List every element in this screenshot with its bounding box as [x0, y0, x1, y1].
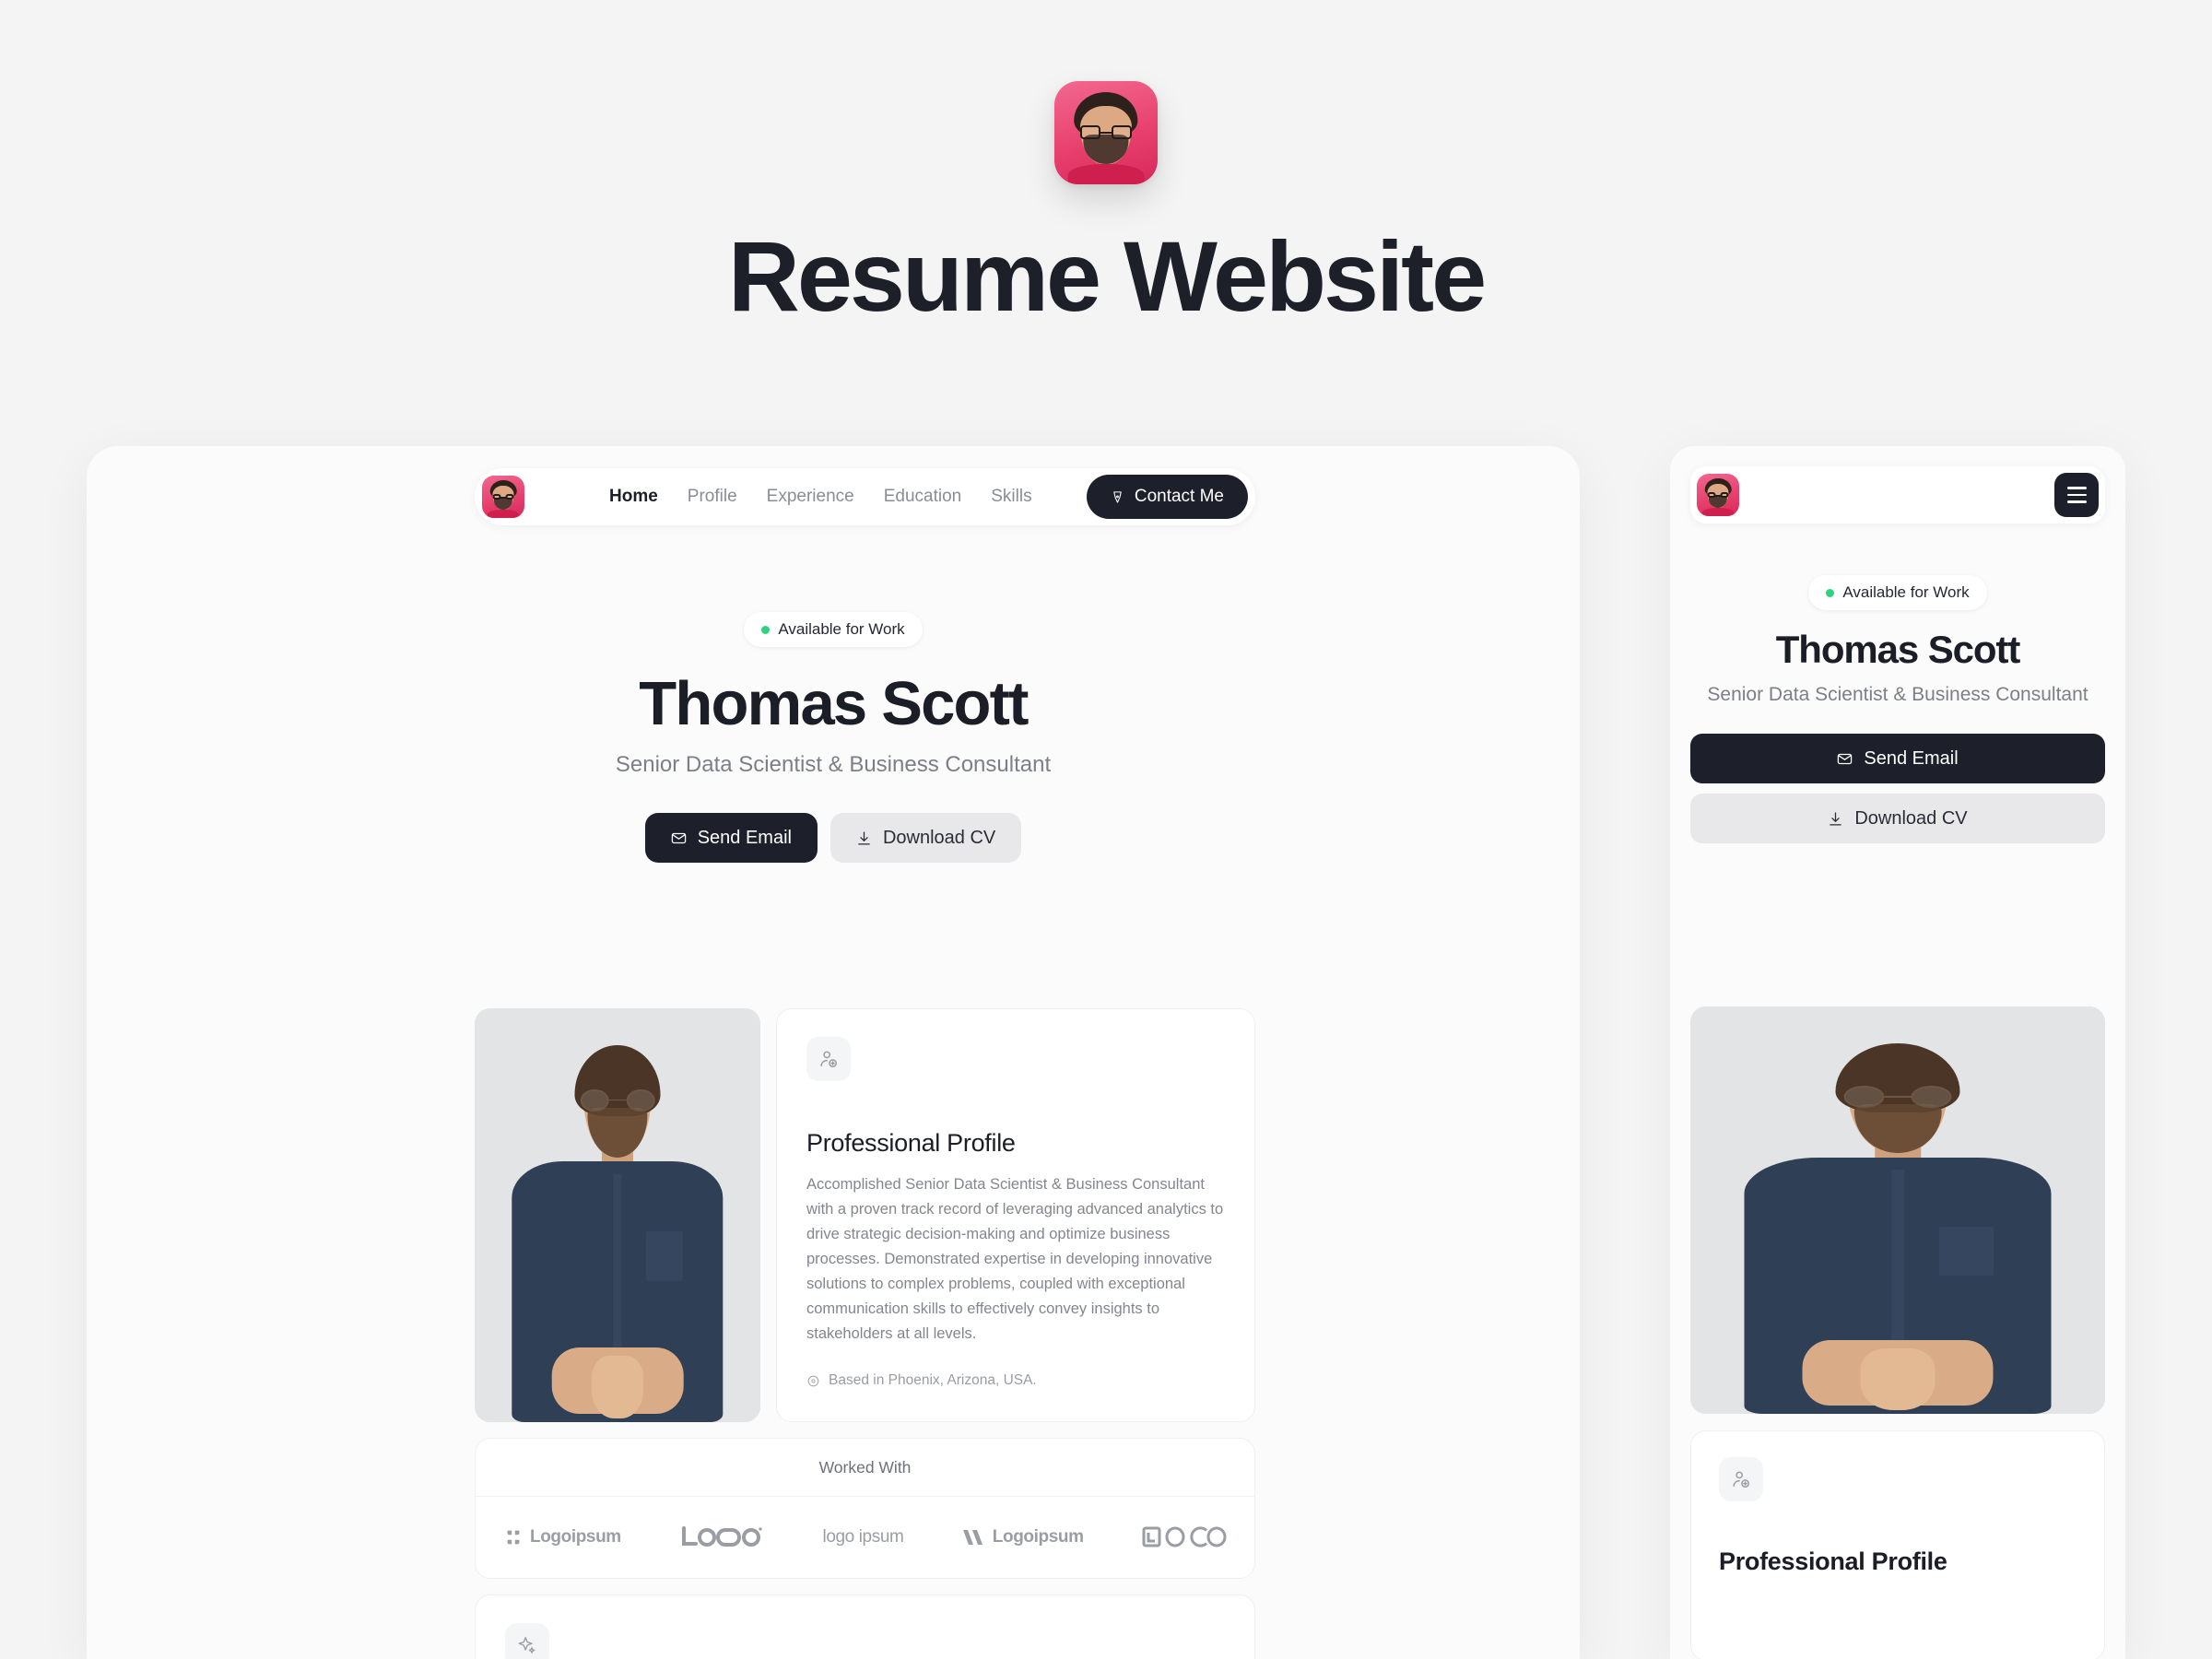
send-email-label: Send Email	[1864, 747, 1959, 769]
professional-profile-card: Professional Profile	[1690, 1430, 2105, 1659]
professional-profile-card: Professional Profile Accomplished Senior…	[776, 1008, 1255, 1422]
client-logo	[1142, 1525, 1227, 1549]
profile-avatar-icon	[1697, 474, 1739, 516]
mobile-mockup: Available for Work Thomas Scott Senior D…	[1670, 446, 2125, 1659]
work-experience-icon-tile	[505, 1623, 549, 1659]
hero-name: Thomas Scott	[639, 669, 1029, 738]
hero-name: Thomas Scott	[1775, 628, 2021, 671]
nav-link-skills[interactable]: Skills	[991, 487, 1031, 507]
clover-mark	[507, 1530, 520, 1545]
profile-card-icon-tile	[1719, 1457, 1763, 1501]
nav-link-profile[interactable]: Profile	[688, 487, 737, 507]
client-logo: Logoipsum	[503, 1527, 621, 1547]
download-cv-button[interactable]: Download CV	[1690, 794, 2105, 844]
hero-role: Senior Data Scientist & Business Consult…	[1707, 684, 2088, 706]
envelope-icon	[1838, 753, 1853, 765]
work-experience-card: Work Experience	[475, 1594, 1255, 1659]
status-dot-icon	[1826, 588, 1835, 597]
navbar-links: Home Profile Experience Education Skills	[609, 487, 1032, 507]
availability-label: Available for Work	[778, 620, 905, 638]
mobile-navbar	[1690, 466, 2105, 524]
sparkle-icon	[518, 1637, 535, 1653]
nav-link-education[interactable]: Education	[884, 487, 962, 507]
client-logo: logo ipsum	[823, 1527, 904, 1547]
send-email-button[interactable]: Send Email	[644, 813, 818, 864]
portrait-photo	[475, 1008, 760, 1422]
page-header: Resume Website	[0, 0, 2212, 326]
worked-with-logos: Logoipsum logo ipsum Logoipsum	[476, 1497, 1254, 1578]
page-title: Resume Website	[727, 220, 1487, 332]
contact-me-button[interactable]: Contact Me	[1086, 475, 1248, 519]
client-logo-name: Logoipsum	[992, 1527, 1084, 1547]
profile-avatar-icon	[482, 476, 524, 518]
client-logo-name: Logoipsum	[530, 1527, 621, 1547]
pen-nib-icon	[1113, 490, 1122, 503]
client-logo: Logoipsum	[962, 1527, 1084, 1547]
worked-with-heading: Worked With	[476, 1439, 1254, 1497]
profile-card-title: Professional Profile	[1719, 1547, 1947, 1575]
profile-row: Professional Profile Accomplished Senior…	[475, 1008, 1255, 1422]
hero-actions: Send Email Download CV	[1690, 734, 2105, 844]
worked-with-card: Worked With Logoipsum logo ipsum Logoips…	[475, 1438, 1255, 1579]
hamburger-menu-icon[interactable]	[2054, 473, 2099, 517]
download-icon	[858, 831, 870, 845]
profile-card-location: Based in Phoenix, Arizona, USA.	[806, 1372, 1225, 1389]
profile-card-body: Accomplished Senior Data Scientist & Bus…	[806, 1176, 1224, 1343]
download-icon	[1830, 812, 1842, 826]
client-logo-name: logo ipsum	[822, 1527, 904, 1547]
user-plus-icon	[820, 1051, 837, 1067]
desktop-content: Professional Profile Accomplished Senior…	[475, 1008, 1255, 1659]
navbar-logo-avatar[interactable]	[1697, 474, 1739, 516]
nav-link-home[interactable]: Home	[609, 487, 658, 507]
nav-link-experience[interactable]: Experience	[767, 487, 854, 507]
app-icon	[1054, 81, 1158, 184]
profile-avatar-icon	[1054, 81, 1158, 184]
send-email-label: Send Email	[697, 827, 792, 848]
availability-badge: Available for Work	[744, 612, 923, 647]
map-pin-icon	[807, 1375, 819, 1387]
profile-card-title: Professional Profile	[806, 1129, 1016, 1157]
portrait-photo	[1690, 1006, 2105, 1414]
availability-label: Available for Work	[1842, 583, 1970, 601]
hero-role: Senior Data Scientist & Business Consult…	[615, 752, 1052, 778]
desktop-mockup: Home Profile Experience Education Skills…	[87, 446, 1580, 1659]
outline-logo-mark	[1142, 1526, 1227, 1547]
desktop-navbar: Home Profile Experience Education Skills…	[475, 468, 1255, 525]
rounded-logo-mark	[682, 1526, 762, 1547]
mobile-hero: Available for Work Thomas Scott Senior D…	[1690, 575, 2105, 844]
profile-card-icon-tile	[806, 1037, 851, 1081]
download-cv-label: Download CV	[1854, 807, 1968, 829]
navbar-logo-avatar[interactable]	[482, 476, 524, 518]
download-cv-button[interactable]: Download CV	[830, 813, 1022, 864]
download-cv-label: Download CV	[882, 827, 996, 848]
user-plus-icon	[1733, 1471, 1749, 1488]
status-dot-icon	[761, 625, 771, 634]
desktop-hero: Available for Work Thomas Scott Senior D…	[87, 612, 1580, 864]
hero-actions: Send Email Download CV	[87, 813, 1580, 864]
location-label: Based in Phoenix, Arizona, USA.	[829, 1372, 1037, 1389]
envelope-icon	[671, 832, 686, 843]
availability-badge: Available for Work	[1808, 575, 1987, 610]
client-logo	[679, 1525, 764, 1549]
contact-me-label: Contact Me	[1134, 487, 1224, 506]
slash-mark	[962, 1530, 982, 1545]
send-email-button[interactable]: Send Email	[1690, 734, 2105, 784]
